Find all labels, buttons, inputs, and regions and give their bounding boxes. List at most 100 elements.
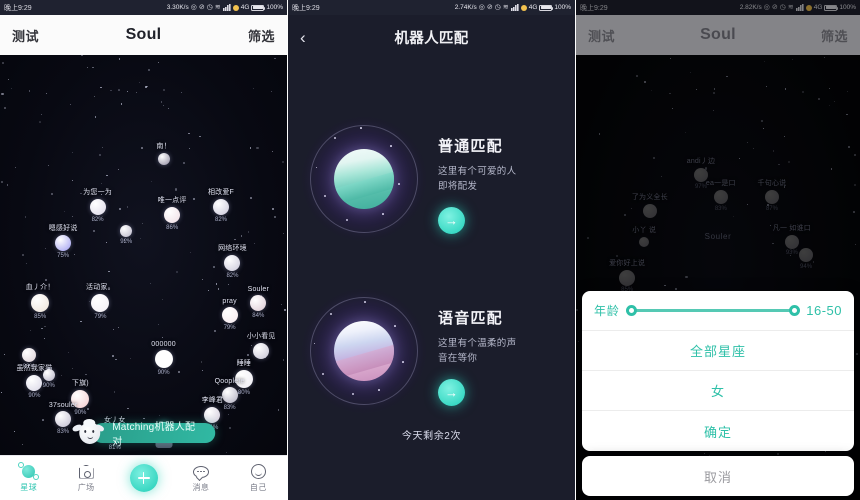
soul-node[interactable]: 90% [43, 369, 55, 389]
soul-map-canvas[interactable]: 为您一为 82% 92% 南！ 唯一点评 86% 相改爱F 82% 嗯感好说 75% 网络环境 82%… [0, 55, 287, 455]
soul-node-percent: 90% [157, 369, 170, 376]
soul-node[interactable]: 南！ [156, 143, 171, 165]
age-value: 16-50 [806, 303, 842, 318]
tab-广场[interactable]: 广场 [57, 463, 114, 493]
star-dot [0, 391, 2, 393]
normal-match-go-button[interactable]: → [438, 207, 465, 235]
star-dot [183, 162, 186, 164]
wifi-icon: ≋ [502, 4, 509, 11]
soul-node[interactable]: 血丿介！ 85% [26, 284, 55, 320]
soul-node[interactable]: Qooplete 83% [215, 378, 245, 411]
soul-node[interactable]: 相改爱F 82% [208, 189, 234, 223]
star-dot [39, 120, 42, 123]
soul-node-bubble [55, 411, 72, 427]
tab-星球[interactable]: 星球 [0, 462, 57, 493]
soul-node[interactable]: 为您一为 82% [83, 189, 112, 223]
soul-node-name: 下旗) [71, 380, 89, 387]
voice-match-go-button[interactable]: → [438, 379, 465, 407]
star-dot [41, 113, 42, 115]
star-dot [102, 147, 103, 148]
soul-node[interactable]: 000000 90% [151, 341, 175, 376]
star-dot [7, 79, 10, 81]
star-dot [44, 325, 46, 328]
app-header-2: ‹ 机器人匹配 [288, 15, 575, 59]
tab-自己[interactable]: 自己 [230, 463, 287, 493]
star-dot [48, 165, 49, 167]
star-dot [146, 86, 148, 88]
constellation-option[interactable]: 全部星座 [582, 331, 854, 371]
star-dot [80, 193, 82, 195]
star-dot [112, 355, 114, 357]
teal-planet-icon [294, 109, 434, 249]
soul-node-percent: 75% [57, 252, 70, 259]
soul-node-bubble [31, 294, 50, 312]
soul-node-bubble [89, 199, 106, 215]
filter-action-sheet: 年龄 16-50 全部星座 女 确定 取消 [582, 291, 854, 496]
slider-knob-max[interactable] [789, 305, 801, 316]
soul-node[interactable]: 37souler 83% [49, 402, 77, 435]
soul-node[interactable]: 83% [21, 348, 36, 370]
soul-node-bubble [212, 199, 229, 215]
star-dot [277, 409, 279, 411]
voice-match-section: 语音匹配 这里有个温柔的声 音在等你 → [288, 281, 575, 421]
soul-node[interactable]: 小小看见 [247, 333, 275, 359]
arrow-right-icon: → [445, 385, 458, 401]
soul-node[interactable]: 网络环境 82% [218, 245, 247, 279]
star-dot [1, 93, 4, 96]
star-dot [14, 166, 17, 169]
tab-add[interactable] [115, 464, 172, 492]
cancel-button[interactable]: 取消 [582, 456, 854, 496]
soul-node[interactable]: pray 79% [221, 298, 238, 331]
star-dot [126, 90, 129, 93]
soul-node-name: 网络环境 [218, 245, 247, 252]
soul-node[interactable]: 嗯感好说 75% [49, 225, 78, 259]
star-dot [247, 231, 250, 233]
star-dot [176, 271, 179, 274]
star-dot [256, 146, 259, 149]
soul-node[interactable]: 唯一点评 86% [158, 197, 187, 231]
normal-match-desc: 这里有个可爱的人 即将配发 [438, 166, 517, 192]
star-dot [21, 444, 23, 446]
age-filter-row[interactable]: 年龄 16-50 [582, 291, 854, 331]
star-dot [71, 215, 74, 218]
robot-matching-body: 普通匹配 这里有个可爱的人 即将配发 → 语音匹配 这里有个温柔的声 音在等你 … [288, 59, 575, 500]
star-dot [253, 243, 255, 245]
soul-node[interactable]: Souler 84% [248, 286, 269, 319]
star-dot [162, 299, 164, 301]
star-dot [4, 106, 6, 109]
star-dot [88, 301, 90, 302]
gender-option[interactable]: 女 [582, 371, 854, 411]
status-time: 晚上9:29 [292, 4, 320, 12]
star-dot [207, 290, 209, 292]
battery-icon [539, 4, 554, 11]
star-dot [91, 66, 94, 69]
confirm-button[interactable]: 确定 [582, 411, 854, 451]
soul-node-percent: 90% [74, 409, 87, 416]
star-dot [115, 358, 117, 361]
planet-icon [0, 462, 57, 480]
soul-node-name: 李峰君 [201, 397, 224, 404]
star-dot [272, 207, 275, 210]
soul-node[interactable]: 虽然我家猫 90% [16, 365, 52, 399]
soul-node-percent: 82% [214, 216, 227, 223]
age-range-slider[interactable] [625, 302, 801, 320]
app-header-1: 测试 Soul 筛选 [0, 15, 287, 55]
soul-node[interactable]: 活动家。 79% [86, 284, 115, 320]
star-dot [272, 151, 274, 152]
star-dot [163, 89, 166, 92]
tab-消息[interactable]: 消息 [172, 463, 229, 493]
soul-node[interactable]: 92% [120, 225, 132, 245]
star-dot [227, 413, 229, 415]
soul-node-name: 小小看见 [246, 333, 276, 340]
wifi-icon: ≋ [214, 4, 221, 11]
tab-label: 消息 [192, 483, 210, 492]
soul-node-percent: 86% [166, 224, 179, 231]
star-dot [157, 61, 159, 63]
slider-knob-min[interactable] [625, 305, 637, 316]
star-dot [201, 361, 203, 363]
star-dot [72, 367, 74, 369]
matching-robot-button[interactable]: Matching机器人配对 [71, 418, 216, 448]
arrow-right-icon: → [445, 213, 458, 229]
alarm-icon: ◎ [478, 4, 485, 11]
star-dot [98, 154, 101, 157]
